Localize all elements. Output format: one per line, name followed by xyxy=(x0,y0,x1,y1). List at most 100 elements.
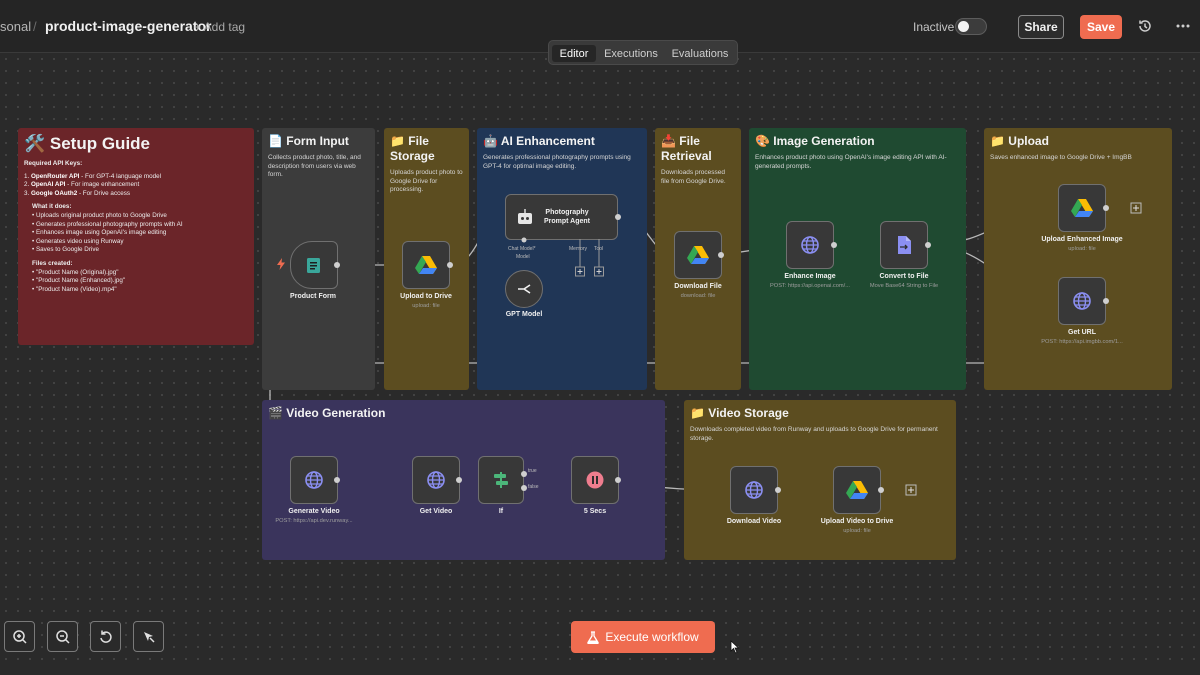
file-item: • "Product Name (Video).mp4" xyxy=(32,285,117,293)
convert-to-file-label: Convert to File xyxy=(879,273,929,280)
convert-to-file-sub: Move Base64 String to File xyxy=(869,283,939,289)
video-storage-sticky[interactable]: 📁 Video Storage Downloads completed vide… xyxy=(684,400,956,560)
video-generation-title: 🎬 Video Generation xyxy=(268,406,386,420)
openrouter-icon xyxy=(518,284,531,294)
if-false-label: false xyxy=(528,484,539,490)
prompt-agent-node[interactable]: Photography Prompt Agent xyxy=(505,194,618,240)
agent-port-chat: Chat Model* xyxy=(508,246,536,252)
ai-enhancement-title: 🤖 AI Enhancement xyxy=(483,134,595,148)
save-button[interactable]: Save xyxy=(1080,15,1122,39)
get-url-label: Get URL xyxy=(1068,329,1096,336)
active-status-label: Inactive xyxy=(913,20,955,34)
file-storage-desc: Uploads product photo to Google Drive fo… xyxy=(390,169,463,193)
enhance-image-label: Enhance Image xyxy=(784,273,836,280)
download-file-label: Download File xyxy=(674,283,722,290)
zoom-in-button[interactable] xyxy=(4,621,35,652)
get-url-node[interactable] xyxy=(1058,277,1106,325)
generate-video-node[interactable] xyxy=(290,456,338,504)
globe-icon xyxy=(745,481,763,499)
tidy-up-button[interactable] xyxy=(133,621,164,652)
globe-icon xyxy=(801,236,819,254)
wait-label: 5 Secs xyxy=(583,508,607,515)
download-file-node[interactable] xyxy=(674,231,722,279)
upload-to-drive-node[interactable] xyxy=(402,241,450,289)
download-file-sub: download: file xyxy=(680,293,716,299)
what-item: • Enhances image using OpenAI's image ed… xyxy=(32,229,167,237)
zoom-in-icon xyxy=(12,629,27,644)
more-icon[interactable] xyxy=(1174,17,1192,35)
what-item: • Generates professional photography pro… xyxy=(32,220,183,228)
form-input-desc: Collects product photo, title, and descr… xyxy=(268,154,361,178)
agent-label-1: Photography xyxy=(545,209,589,216)
view-tabs: Editor Executions Evaluations xyxy=(548,40,738,65)
ai-enhancement-desc: Generates professional photography promp… xyxy=(483,154,631,170)
add-node-plus-icon[interactable] xyxy=(905,484,917,496)
breadcrumb-separator: / xyxy=(33,19,37,34)
add-tag-button[interactable]: + Add tag xyxy=(194,20,245,34)
enhance-image-sub: POST: https://api.openai.com/... xyxy=(770,283,850,289)
reset-icon xyxy=(99,630,112,643)
setup-guide-title: 🛠️ Setup Guide xyxy=(24,134,151,153)
zoom-out-button[interactable] xyxy=(47,621,78,652)
upload-enhanced-image-label: Upload Enhanced Image xyxy=(1041,236,1123,243)
enhance-image-node[interactable] xyxy=(786,221,834,269)
trigger-bolt-icon xyxy=(277,258,285,270)
tab-executions[interactable]: Executions xyxy=(601,45,661,62)
execute-workflow-button[interactable]: Execute workflow xyxy=(571,621,715,653)
globe-icon xyxy=(1073,292,1091,310)
video-storage-desc: Downloads completed video from Runway an… xyxy=(690,426,938,442)
get-url-sub: POST: https://api.imgbb.com/1... xyxy=(1041,339,1123,345)
agent-port-model: Model xyxy=(516,254,530,260)
agent-label-2: Prompt Agent xyxy=(544,218,591,225)
gpt-model-node[interactable] xyxy=(505,270,543,308)
execute-workflow-label: Execute workflow xyxy=(605,630,699,644)
required-keys-heading: Required API Keys: xyxy=(24,160,83,167)
file-storage-title: 📁 File Storage xyxy=(390,134,435,163)
download-video-node[interactable] xyxy=(730,466,778,514)
if-node[interactable] xyxy=(478,456,524,504)
get-video-node[interactable] xyxy=(412,456,460,504)
video-storage-title: 📁 Video Storage xyxy=(690,406,789,420)
google-drive-icon xyxy=(415,256,437,274)
ai-enhancement-sticky[interactable]: 🤖 AI Enhancement Generates professional … xyxy=(477,128,647,390)
workflow-name[interactable]: product-image-generator xyxy=(45,18,211,34)
zoom-out-icon xyxy=(55,629,70,644)
what-item: • Saves to Google Drive xyxy=(32,246,99,254)
what-item: • Uploads original product photo to Goog… xyxy=(32,211,167,219)
download-video-label: Download Video xyxy=(726,518,782,525)
api-key-item: 1. OpenRouter API - For GPT-4 language m… xyxy=(24,172,161,180)
convert-to-file-node[interactable] xyxy=(880,221,928,269)
tab-evaluations[interactable]: Evaluations xyxy=(667,45,733,62)
breadcrumb-personal[interactable]: sonal xyxy=(0,19,31,34)
file-retrieval-title: 📥 File Retrieval xyxy=(661,134,712,163)
wait-node[interactable] xyxy=(571,456,619,504)
file-convert-icon xyxy=(898,236,911,254)
globe-icon xyxy=(427,471,445,489)
upload-enhanced-image-node[interactable] xyxy=(1058,184,1106,232)
reset-zoom-button[interactable] xyxy=(90,621,121,652)
file-item: • "Product Name (Original).jpg" xyxy=(32,268,119,276)
get-video-label: Get Video xyxy=(419,508,453,515)
file-item: • "Product Name (Enhanced).jpg" xyxy=(32,277,126,285)
setup-guide-sticky[interactable]: 🛠️ Setup Guide Required API Keys: 1. Ope… xyxy=(18,128,254,345)
image-generation-desc: Enhances product photo using OpenAI's im… xyxy=(755,154,947,170)
form-icon xyxy=(307,258,320,273)
form-input-title: 📄 Form Input xyxy=(268,134,349,148)
if-branch-icon xyxy=(494,472,508,488)
tidy-icon xyxy=(143,631,155,643)
workflow-canvas[interactable]: 🛠️ Setup Guide Required API Keys: 1. Ope… xyxy=(0,53,1200,665)
product-form-node[interactable] xyxy=(290,241,338,289)
upload-sticky[interactable]: 📁 Upload Saves enhanced image to Google … xyxy=(984,128,1172,390)
globe-icon xyxy=(305,471,323,489)
if-true-label: true xyxy=(528,468,537,474)
upload-video-node[interactable] xyxy=(833,466,881,514)
flask-icon xyxy=(587,630,600,644)
image-generation-sticky[interactable]: 🎨 Image Generation Enhances product phot… xyxy=(749,128,966,390)
add-node-plus-icon[interactable] xyxy=(1130,202,1142,214)
history-icon[interactable] xyxy=(1136,17,1154,35)
share-button[interactable]: Share xyxy=(1018,15,1064,39)
tab-editor[interactable]: Editor xyxy=(552,45,596,62)
upload-video-label: Upload Video to Drive xyxy=(820,518,894,525)
active-toggle[interactable] xyxy=(955,18,987,35)
api-key-item: 3. Google OAuth2 - For Drive access xyxy=(24,189,131,197)
